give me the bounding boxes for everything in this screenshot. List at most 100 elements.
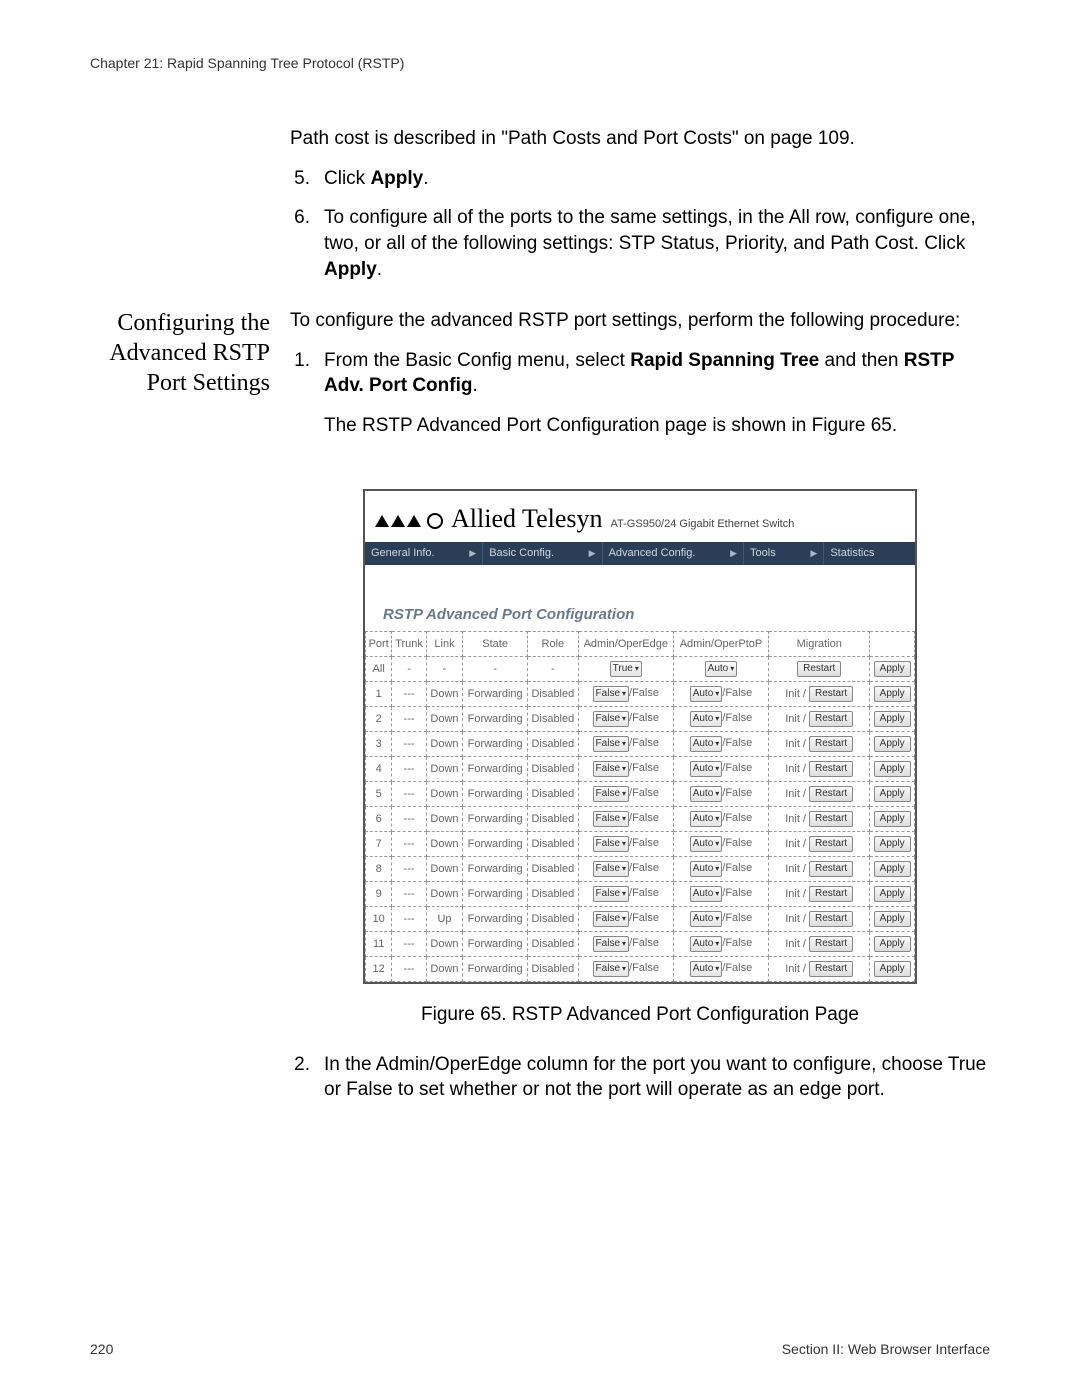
dropdown[interactable]: Auto▾ bbox=[690, 686, 723, 702]
dropdown[interactable]: Auto▾ bbox=[690, 786, 723, 802]
dropdown[interactable]: True▾ bbox=[610, 661, 642, 677]
restart-button[interactable]: Restart bbox=[809, 861, 853, 877]
nav-tools[interactable]: Tools▶ bbox=[743, 542, 823, 565]
cell-state: Forwarding bbox=[463, 681, 528, 706]
apply-button[interactable]: Apply bbox=[874, 961, 911, 977]
apply-button[interactable]: Apply bbox=[874, 786, 911, 802]
dropdown[interactable]: False▾ bbox=[593, 861, 629, 877]
apply-button[interactable]: Apply bbox=[874, 836, 911, 852]
chevron-down-icon: ▾ bbox=[715, 939, 719, 950]
nav-general-info[interactable]: General Info.▶ bbox=[365, 542, 482, 565]
step-6-number: 6. bbox=[290, 205, 310, 282]
apply-button[interactable]: Apply bbox=[874, 736, 911, 752]
cell-port: 10 bbox=[366, 906, 392, 931]
dropdown[interactable]: Auto▾ bbox=[690, 836, 723, 852]
cell-ptop: Auto▾/False bbox=[673, 756, 768, 781]
cell-trunk: --- bbox=[392, 881, 426, 906]
table-row: 5---DownForwardingDisabledFalse▾/FalseAu… bbox=[366, 781, 915, 806]
restart-button[interactable]: Restart bbox=[809, 686, 853, 702]
cell-state: Forwarding bbox=[463, 956, 528, 981]
apply-button[interactable]: Apply bbox=[874, 811, 911, 827]
dropdown[interactable]: False▾ bbox=[593, 736, 629, 752]
dropdown[interactable]: Auto▾ bbox=[690, 886, 723, 902]
section-label: Section II: Web Browser Interface bbox=[782, 1341, 990, 1357]
chevron-down-icon: ▾ bbox=[715, 889, 719, 900]
table-row: 2---DownForwardingDisabledFalse▾/FalseAu… bbox=[366, 706, 915, 731]
th-role: Role bbox=[528, 631, 579, 656]
apply-button[interactable]: Apply bbox=[874, 861, 911, 877]
restart-button[interactable]: Restart bbox=[809, 936, 853, 952]
cell-role: Disabled bbox=[528, 681, 579, 706]
cell-state: Forwarding bbox=[463, 906, 528, 931]
dropdown[interactable]: False▾ bbox=[593, 936, 629, 952]
restart-button[interactable]: Restart bbox=[809, 711, 853, 727]
dropdown[interactable]: Auto▾ bbox=[705, 661, 738, 677]
ptop-oper: /False bbox=[722, 737, 752, 749]
th-migration: Migration bbox=[769, 631, 870, 656]
apply-button[interactable]: Apply bbox=[874, 711, 911, 727]
dropdown[interactable]: Auto▾ bbox=[690, 736, 723, 752]
cell-state: Forwarding bbox=[463, 831, 528, 856]
dropdown[interactable]: False▾ bbox=[593, 836, 629, 852]
restart-button[interactable]: Restart bbox=[809, 786, 853, 802]
dropdown[interactable]: Auto▾ bbox=[690, 811, 723, 827]
dropdown[interactable]: Auto▾ bbox=[690, 861, 723, 877]
rstp-screenshot: Allied Telesyn AT-GS950/24 Gigabit Ether… bbox=[363, 489, 917, 984]
th-link: Link bbox=[426, 631, 462, 656]
cell-link: Up bbox=[426, 906, 462, 931]
cell-edge: False▾/False bbox=[578, 856, 673, 881]
nav-basic-config[interactable]: Basic Config.▶ bbox=[482, 542, 601, 565]
section-heading: Configuring the Advanced RSTP Port Setti… bbox=[90, 308, 270, 1117]
apply-button[interactable]: Apply bbox=[874, 911, 911, 927]
chevron-right-icon: ▶ bbox=[810, 547, 817, 559]
cell-migration: Init/Restart bbox=[769, 856, 870, 881]
cell-apply: Apply bbox=[870, 781, 915, 806]
nav-statistics[interactable]: Statistics bbox=[823, 542, 915, 565]
cell-role: Disabled bbox=[528, 856, 579, 881]
restart-button[interactable]: Restart bbox=[797, 661, 841, 677]
apply-button[interactable]: Apply bbox=[874, 886, 911, 902]
ptop-oper: /False bbox=[722, 862, 752, 874]
dropdown[interactable]: False▾ bbox=[593, 886, 629, 902]
cell-state: Forwarding bbox=[463, 856, 528, 881]
dropdown[interactable]: Auto▾ bbox=[690, 711, 723, 727]
dropdown[interactable]: Auto▾ bbox=[690, 936, 723, 952]
migration-init: Init bbox=[785, 737, 800, 752]
chevron-down-icon: ▾ bbox=[622, 689, 626, 700]
cell-apply: Apply bbox=[870, 856, 915, 881]
cell-ptop: Auto▾/False bbox=[673, 806, 768, 831]
restart-button[interactable]: Restart bbox=[809, 911, 853, 927]
dropdown[interactable]: False▾ bbox=[593, 786, 629, 802]
apply-button[interactable]: Apply bbox=[874, 761, 911, 777]
dropdown[interactable]: False▾ bbox=[593, 761, 629, 777]
chevron-right-icon: ▶ bbox=[589, 547, 596, 559]
dropdown[interactable]: False▾ bbox=[593, 911, 629, 927]
dropdown[interactable]: False▾ bbox=[593, 961, 629, 977]
migration-init: Init bbox=[785, 787, 800, 802]
restart-button[interactable]: Restart bbox=[809, 736, 853, 752]
apply-button[interactable]: Apply bbox=[874, 661, 911, 677]
apply-button[interactable]: Apply bbox=[874, 686, 911, 702]
cell-edge: False▾/False bbox=[578, 931, 673, 956]
restart-button[interactable]: Restart bbox=[809, 886, 853, 902]
cell-migration: Init/Restart bbox=[769, 956, 870, 981]
cell-link: Down bbox=[426, 831, 462, 856]
restart-button[interactable]: Restart bbox=[809, 761, 853, 777]
dropdown[interactable]: Auto▾ bbox=[690, 761, 723, 777]
apply-button[interactable]: Apply bbox=[874, 936, 911, 952]
nav-advanced-config[interactable]: Advanced Config.▶ bbox=[602, 542, 743, 565]
dropdown[interactable]: Auto▾ bbox=[690, 911, 723, 927]
chevron-down-icon: ▾ bbox=[715, 864, 719, 875]
restart-button[interactable]: Restart bbox=[809, 961, 853, 977]
dropdown[interactable]: Auto▾ bbox=[690, 961, 723, 977]
cell-edge: False▾/False bbox=[578, 881, 673, 906]
dropdown[interactable]: False▾ bbox=[593, 711, 629, 727]
cell-ptop: Auto▾/False bbox=[673, 856, 768, 881]
dropdown[interactable]: False▾ bbox=[593, 811, 629, 827]
restart-button[interactable]: Restart bbox=[809, 836, 853, 852]
cell-role: Disabled bbox=[528, 831, 579, 856]
edge-oper: /False bbox=[629, 937, 659, 949]
dropdown[interactable]: False▾ bbox=[593, 686, 629, 702]
cell-migration: Init/Restart bbox=[769, 831, 870, 856]
restart-button[interactable]: Restart bbox=[809, 811, 853, 827]
